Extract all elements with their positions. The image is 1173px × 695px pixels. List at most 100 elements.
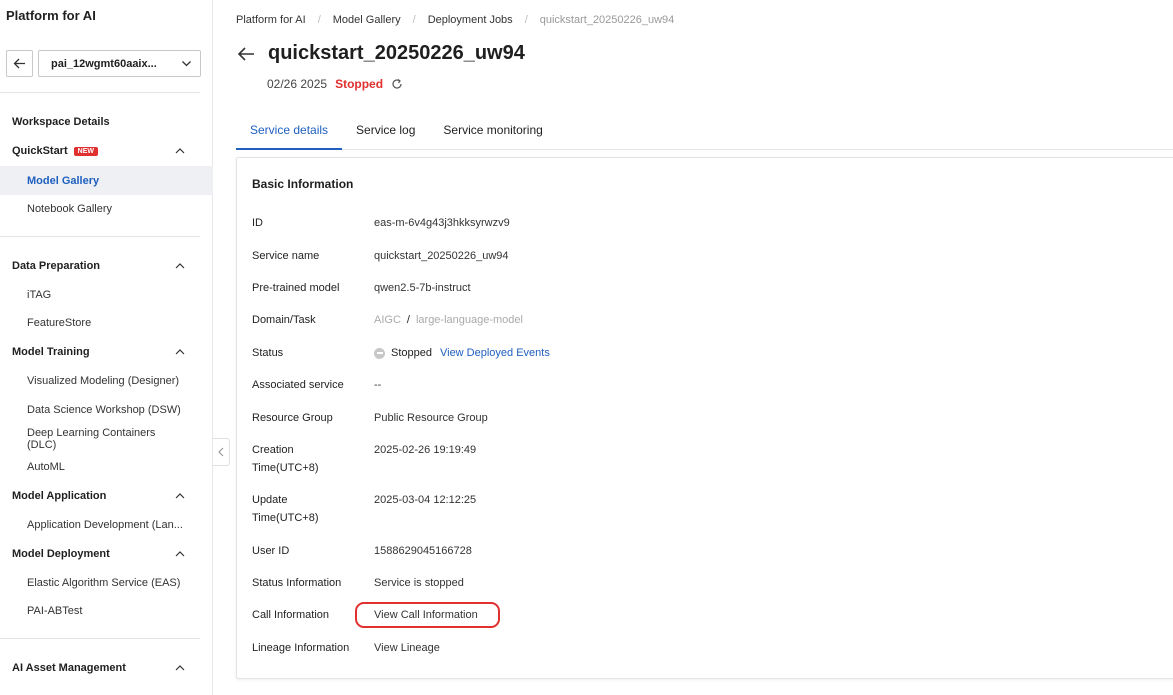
field-label: ID bbox=[252, 217, 263, 229]
tab-service-details[interactable]: Service details bbox=[236, 114, 343, 150]
field-domain-task: Domain/Task AIGC / large-language-model bbox=[252, 311, 852, 329]
sidebar-item-abtest[interactable]: PAI-ABTest bbox=[0, 598, 213, 624]
field-value: -- bbox=[374, 379, 382, 391]
breadcrumb: Platform for AI / Model Gallery / Deploy… bbox=[236, 14, 674, 26]
tab-service-log[interactable]: Service log bbox=[342, 114, 429, 150]
sidebar-item-notebook-gallery[interactable]: Notebook Gallery bbox=[0, 196, 213, 222]
breadcrumb-item[interactable]: Model Gallery bbox=[333, 14, 401, 26]
field-label: Associated service bbox=[252, 379, 344, 391]
nav-model-application[interactable]: Model Application bbox=[0, 483, 213, 509]
nav-label: Model Deployment bbox=[12, 548, 110, 560]
nav-label: Deep Learning Containers (DLC) bbox=[27, 427, 156, 451]
sidebar-item-automl[interactable]: AutoML bbox=[0, 454, 213, 480]
breadcrumb-separator: / bbox=[524, 14, 528, 26]
nav-label: Model Gallery bbox=[27, 174, 100, 187]
nav-data-preparation[interactable]: Data Preparation bbox=[0, 253, 213, 279]
field-label: Service name bbox=[252, 250, 320, 262]
nav-label: Notebook Gallery bbox=[27, 203, 112, 215]
chevron-up-icon bbox=[175, 349, 185, 355]
label-line: Update bbox=[252, 494, 288, 506]
sidebar-item-dlc[interactable]: Deep Learning Containers (DLC) bbox=[0, 426, 213, 452]
nav-label: Workspace Details bbox=[12, 116, 110, 128]
status-value: Stopped bbox=[391, 347, 432, 359]
nav-label: Visualized Modeling (Designer) bbox=[27, 375, 180, 387]
nav-label: Data Science Workshop (DSW) bbox=[27, 404, 181, 416]
sidebar-item-designer[interactable]: Visualized Modeling (Designer) bbox=[0, 368, 213, 394]
nav-label: QuickStart NEW bbox=[0, 145, 98, 157]
label-line: Time(UTC+8) bbox=[252, 512, 319, 524]
nav-label: Model Application bbox=[12, 490, 107, 502]
status-badge: Stopped bbox=[335, 77, 384, 91]
title-row: quickstart_20250226_uw94 bbox=[236, 42, 525, 65]
field-label: Creation Time(UTC+8) bbox=[252, 441, 374, 477]
sidebar-item-app-development[interactable]: Application Development (Lan... bbox=[0, 512, 213, 538]
field-creation-time: Creation Time(UTC+8) 2025-02-26 19:19:49 bbox=[252, 441, 852, 477]
sidebar-item-eas[interactable]: Elastic Algorithm Service (EAS) bbox=[0, 570, 213, 596]
nav-label: Application Development (Lan... bbox=[27, 519, 183, 531]
field-label: Lineage Information bbox=[252, 642, 350, 654]
field-label: Update Time(UTC+8) bbox=[252, 491, 374, 527]
back-button[interactable] bbox=[6, 50, 33, 77]
field-call-information: Call Information View Call Information bbox=[252, 606, 852, 624]
nav-label: FeatureStore bbox=[27, 317, 92, 329]
breadcrumb-item[interactable]: Platform for AI bbox=[236, 14, 306, 26]
workspace-row: pai_12wgmt60aaix... bbox=[6, 50, 201, 77]
breadcrumb-separator: / bbox=[317, 14, 321, 26]
label-line: Time(UTC+8) bbox=[252, 462, 319, 474]
view-deployed-events-link[interactable]: View Deployed Events bbox=[440, 344, 550, 362]
sidebar-item-featurestore[interactable]: FeatureStore bbox=[0, 310, 213, 336]
divider bbox=[0, 638, 200, 639]
nav-quickstart[interactable]: QuickStart NEW bbox=[0, 138, 213, 164]
nav-label: iTAG bbox=[27, 289, 52, 301]
tabs: Service details Service log Service moni… bbox=[236, 114, 1173, 150]
nav-workspace-details[interactable]: Workspace Details bbox=[0, 109, 213, 135]
field-value: AIGC / large-language-model bbox=[374, 311, 523, 329]
workspace-select[interactable]: pai_12wgmt60aaix... bbox=[38, 50, 201, 77]
field-value: 2025-02-26 19:19:49 bbox=[374, 444, 477, 456]
field-label: Status Information bbox=[252, 577, 342, 589]
field-label: Resource Group bbox=[252, 412, 333, 424]
nav-asset-management[interactable]: AI Asset Management bbox=[0, 655, 213, 681]
domain-value: AIGC bbox=[374, 314, 401, 326]
field-value: 1588629045166728 bbox=[374, 545, 472, 557]
sidebar-item-itag[interactable]: iTAG bbox=[0, 282, 213, 308]
field-value: quickstart_20250226_uw94 bbox=[374, 250, 509, 262]
field-id: ID eas-m-6v4g43j3hkksyrwzv9 bbox=[252, 214, 852, 232]
chevron-up-icon bbox=[175, 551, 185, 557]
chevron-up-icon bbox=[175, 665, 185, 671]
tab-service-monitoring[interactable]: Service monitoring bbox=[429, 114, 556, 150]
nav-label: Elastic Algorithm Service (EAS) bbox=[27, 577, 181, 589]
sidebar-collapse-button[interactable] bbox=[213, 438, 230, 466]
sidebar-item-dsw[interactable]: Data Science Workshop (DSW) bbox=[0, 397, 213, 423]
refresh-icon[interactable] bbox=[391, 78, 403, 90]
quickstart-label: QuickStart bbox=[12, 145, 68, 157]
chevron-up-icon bbox=[175, 493, 185, 499]
field-status: Status Stopped View Deployed Events bbox=[252, 344, 852, 362]
task-value: large-language-model bbox=[415, 314, 523, 326]
pretrained-model-link[interactable]: qwen2.5-7b-instruct bbox=[374, 279, 471, 297]
field-pretrained-model: Pre-trained model qwen2.5-7b-instruct bbox=[252, 279, 852, 297]
nav-model-training[interactable]: Model Training bbox=[0, 339, 213, 365]
field-value: Stopped View Deployed Events bbox=[374, 344, 550, 362]
arrow-left-icon[interactable] bbox=[236, 44, 256, 64]
chevron-up-icon bbox=[175, 263, 185, 269]
domain-separator: / bbox=[406, 314, 410, 326]
chevron-left-icon bbox=[218, 447, 224, 457]
field-status-information: Status Information Service is stopped bbox=[252, 574, 852, 592]
field-value: 2025-03-04 12:12:25 bbox=[374, 494, 477, 506]
field-user-id: User ID 1588629045166728 bbox=[252, 542, 852, 560]
nav-model-deployment[interactable]: Model Deployment bbox=[0, 541, 213, 567]
highlight-annotation bbox=[355, 602, 500, 628]
view-lineage-link[interactable]: View Lineage bbox=[374, 639, 440, 657]
label-line: Creation bbox=[252, 444, 294, 456]
field-value: eas-m-6v4g43j3hkksyrwzv9 bbox=[374, 217, 510, 229]
divider bbox=[0, 92, 200, 93]
nav-label: PAI-ABTest bbox=[27, 605, 83, 617]
nav-label: AI Asset Management bbox=[12, 662, 126, 674]
field-label: Status bbox=[252, 347, 284, 359]
nav-label: Data Preparation bbox=[12, 260, 101, 272]
chevron-up-icon bbox=[175, 148, 185, 154]
field-value: Public Resource Group bbox=[374, 412, 488, 424]
breadcrumb-item[interactable]: Deployment Jobs bbox=[428, 14, 513, 26]
sidebar-item-model-gallery[interactable]: Model Gallery bbox=[0, 166, 213, 195]
